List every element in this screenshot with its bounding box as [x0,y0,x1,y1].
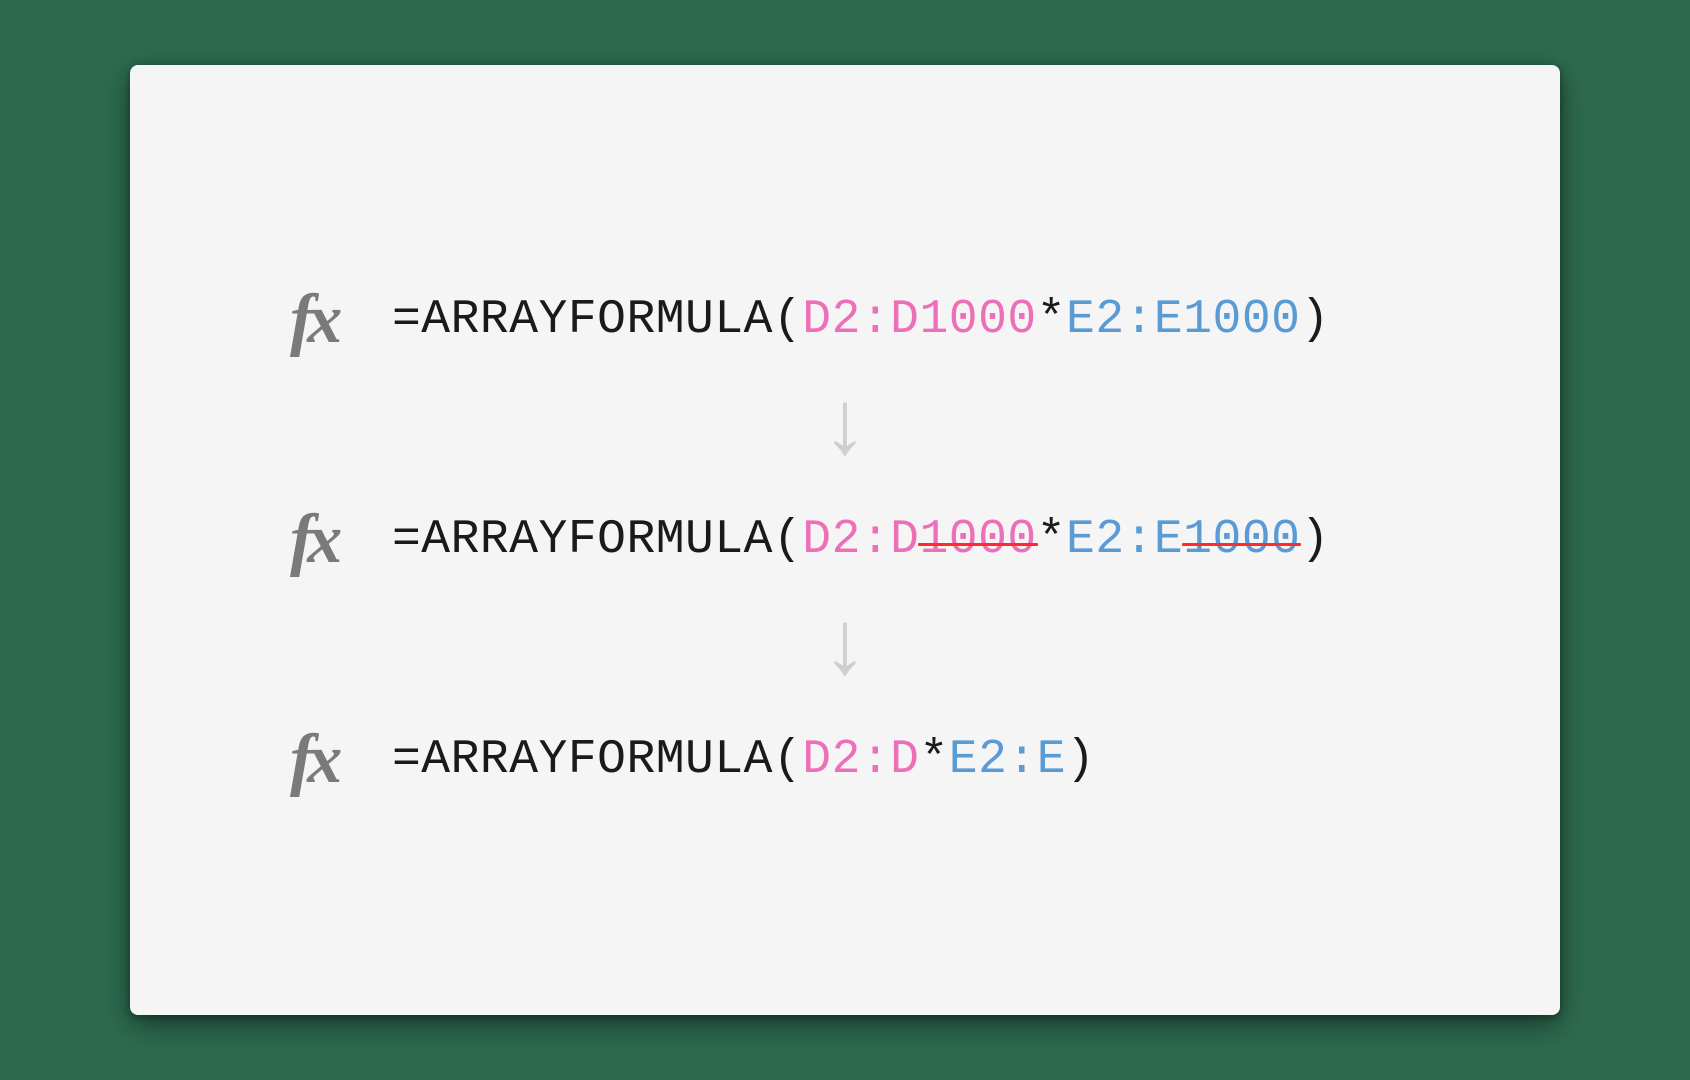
formula-token: E2:E [1066,513,1183,567]
arrow-down-icon: ↓ [818,605,872,695]
formula-token: D2:D1000 [802,293,1036,347]
card: fx =ARRAYFORMULA(D2:D1000*E2:E1000) ↓ fx… [130,65,1560,1015]
formula-token: 1000 [1183,513,1300,567]
formula-token: =ARRAYFORMULA( [392,513,802,567]
formula-token: ) [1066,733,1095,787]
formula-token: 1000 [919,513,1036,567]
arrow-down-icon: ↓ [818,385,872,475]
fx-icon: fx [290,505,370,575]
formula-row-3: fx =ARRAYFORMULA(D2:D*E2:E) [190,725,1500,795]
formula-token: * [1037,293,1066,347]
formula-token: ) [1300,293,1329,347]
formula-token: E2:E [949,733,1066,787]
formula-row-2: fx =ARRAYFORMULA(D2:D1000*E2:E1000) [190,505,1500,575]
formula-text-2: =ARRAYFORMULA(D2:D1000*E2:E1000) [392,513,1330,567]
formula-token: E2:E1000 [1066,293,1300,347]
fx-icon: fx [290,285,370,355]
formula-text-3: =ARRAYFORMULA(D2:D*E2:E) [392,733,1095,787]
formula-token: D2:D [802,513,919,567]
formula-token: =ARRAYFORMULA( [392,733,802,787]
fx-icon: fx [290,725,370,795]
formula-row-1: fx =ARRAYFORMULA(D2:D1000*E2:E1000) [190,285,1500,355]
formula-token: * [1037,513,1066,567]
formula-text-1: =ARRAYFORMULA(D2:D1000*E2:E1000) [392,293,1330,347]
formula-token: ) [1300,513,1329,567]
formula-token: D2:D [802,733,919,787]
formula-token: * [919,733,948,787]
formula-token: =ARRAYFORMULA( [392,293,802,347]
